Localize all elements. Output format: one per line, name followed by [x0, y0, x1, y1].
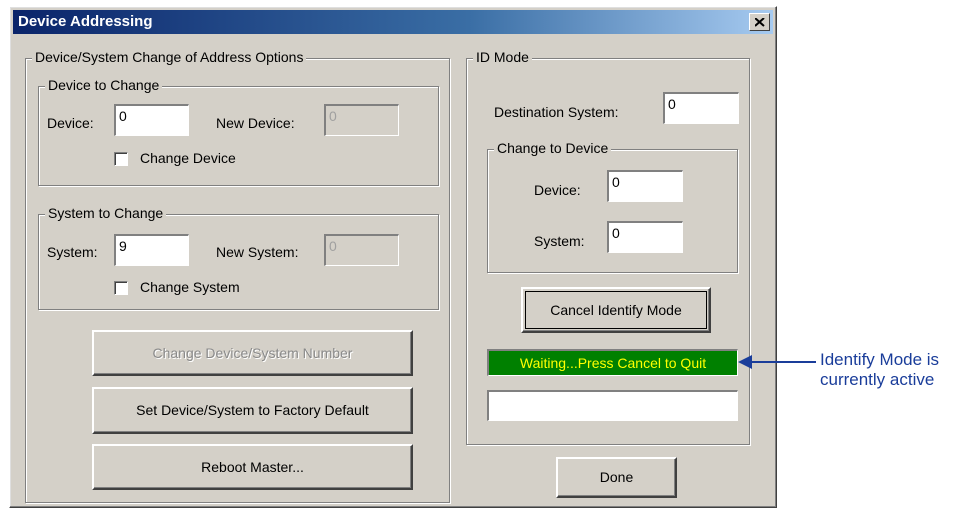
- id-system-label: System:: [534, 233, 585, 249]
- new-device-input[interactable]: 0: [324, 104, 399, 136]
- system-label: System:: [47, 244, 98, 260]
- device-addressing-dialog: Device Addressing Device/System Change o…: [9, 6, 777, 508]
- system-to-change-legend: System to Change: [45, 205, 167, 221]
- factory-default-button[interactable]: Set Device/System to Factory Default: [92, 387, 413, 434]
- change-system-label: Change System: [140, 279, 240, 295]
- destination-system-input[interactable]: 0: [663, 92, 739, 124]
- id-mode-legend: ID Mode: [473, 49, 532, 65]
- callout-line-2: currently active: [820, 370, 935, 389]
- device-label: Device:: [47, 115, 94, 131]
- change-address-options-group: Device/System Change of Address Options …: [25, 49, 450, 503]
- window-title: Device Addressing: [18, 13, 153, 30]
- id-mode-group: ID Mode Destination System: 0 Change to …: [466, 49, 750, 445]
- destination-system-label: Destination System:: [494, 104, 619, 120]
- device-input[interactable]: 0: [114, 104, 189, 136]
- change-device-label: Change Device: [140, 150, 236, 166]
- identify-message-field: [487, 390, 738, 421]
- done-button[interactable]: Done: [556, 457, 677, 498]
- callout-arrowhead: [738, 355, 752, 369]
- system-input[interactable]: 9: [114, 234, 189, 266]
- change-device-system-number-button[interactable]: Change Device/System Number: [92, 330, 413, 376]
- new-system-label: New System:: [216, 244, 299, 260]
- device-to-change-legend: Device to Change: [45, 77, 163, 93]
- device-to-change-group: Device to Change Device: 0 New Device: 0…: [38, 77, 439, 186]
- system-to-change-group: System to Change System: 9 New System: 0…: [38, 205, 439, 310]
- id-device-label: Device:: [534, 182, 581, 198]
- callout-line-1: Identify Mode is: [820, 350, 940, 369]
- id-system-input[interactable]: 0: [607, 221, 683, 253]
- change-to-device-group: Change to Device Device: 0 System: 0: [487, 140, 738, 273]
- change-system-checkbox[interactable]: [114, 281, 128, 295]
- new-device-label: New Device:: [216, 115, 295, 131]
- cancel-identify-mode-button[interactable]: Cancel Identify Mode: [521, 287, 711, 333]
- callout-arrow: [738, 355, 816, 369]
- reboot-master-button[interactable]: Reboot Master...: [92, 444, 413, 490]
- change-to-device-legend: Change to Device: [494, 140, 612, 156]
- title-bar: Device Addressing: [13, 10, 773, 34]
- id-device-input[interactable]: 0: [607, 170, 683, 202]
- new-system-input[interactable]: 0: [324, 234, 399, 266]
- identify-status-indicator: Waiting...Press Cancel to Quit: [487, 349, 738, 376]
- close-x-icon: [755, 18, 765, 27]
- change-address-options-legend: Device/System Change of Address Options: [32, 49, 307, 65]
- callout-annotation: Identify Mode is currently active: [820, 350, 939, 390]
- change-device-checkbox[interactable]: [114, 152, 128, 166]
- close-button[interactable]: [749, 13, 770, 31]
